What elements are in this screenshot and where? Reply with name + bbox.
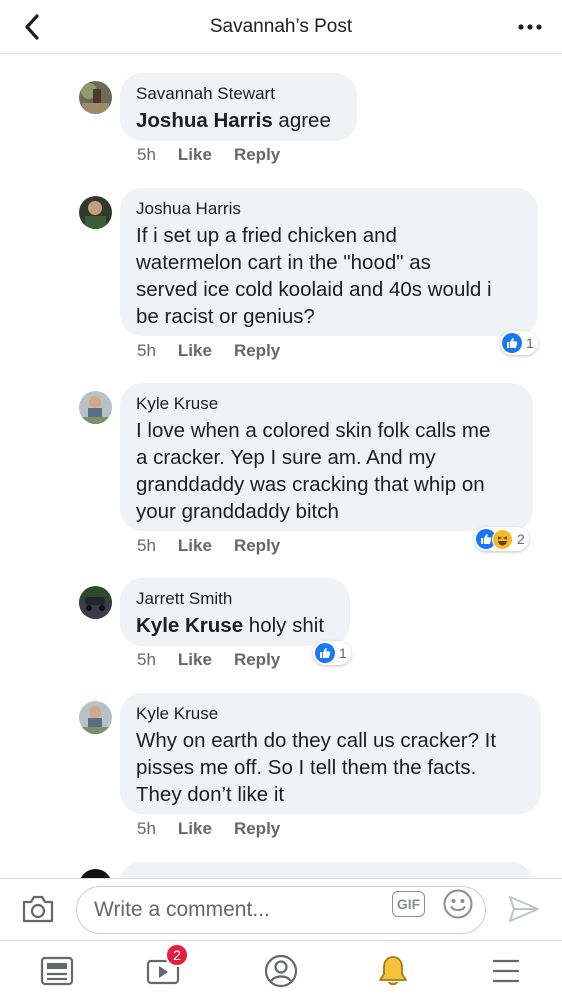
reply-button[interactable]: Reply — [234, 650, 280, 670]
comment-bubble[interactable]: Jarrett Smith Kyle Kruse holy shit — [120, 578, 350, 646]
like-button[interactable]: Like — [178, 536, 212, 556]
top-bar: Savannah’s Post — [0, 0, 562, 54]
back-button[interactable] — [18, 12, 46, 42]
tab-watch[interactable]: 2 — [143, 943, 189, 991]
like-button[interactable]: Like — [178, 819, 212, 839]
like-reaction-icon — [315, 643, 335, 663]
comment-actions: 5h Like Reply — [137, 341, 280, 361]
comment-author[interactable]: Joshua Harris — [136, 199, 522, 219]
comment-text-line: served ice cold koolaid and 40s would i — [136, 278, 492, 301]
like-reaction-icon — [502, 333, 522, 353]
mention-link[interactable]: Joshua Harris — [136, 109, 273, 132]
comment-text: Kyle Kruse holy shit — [136, 612, 334, 639]
avatar[interactable] — [79, 586, 112, 619]
avatar[interactable] — [79, 81, 112, 114]
comment-text-line: If i set up a fried chicken and — [136, 224, 397, 247]
reply-button[interactable]: Reply — [234, 819, 280, 839]
profile-icon — [264, 954, 298, 988]
comment-composer: Write a comment... GIF — [0, 878, 562, 940]
send-icon — [509, 896, 539, 922]
comment-text-line: watermelon cart in the "hood" as — [136, 251, 431, 274]
reply-button[interactable]: Reply — [234, 536, 280, 556]
send-button[interactable] — [507, 893, 541, 925]
reply-button[interactable]: Reply — [234, 341, 280, 361]
comment-author[interactable]: Jarrett Smith — [136, 589, 334, 609]
avatar[interactable] — [79, 391, 112, 424]
gif-button[interactable]: GIF — [392, 891, 425, 917]
reply-button[interactable]: Reply — [234, 145, 280, 165]
comment-time: 5h — [137, 650, 156, 669]
tab-menu[interactable] — [486, 951, 526, 991]
comment-time: 5h — [137, 536, 156, 555]
comment-time: 5h — [137, 145, 156, 164]
like-button[interactable]: Like — [178, 650, 212, 670]
comment-author[interactable]: Kyle Kruse — [136, 704, 525, 724]
comment-text: Why on earth do they call us cracker? It… — [136, 727, 525, 808]
comment-actions: 5h Like Reply — [137, 650, 280, 670]
reaction-summary[interactable]: 1 — [500, 331, 538, 355]
comment-input-placeholder: Write a comment... — [94, 898, 270, 921]
emoji-button[interactable] — [442, 888, 474, 920]
comment-time: 5h — [137, 819, 156, 838]
comment-bubble[interactable]: Kyle Kruse Why on earth do they call us … — [120, 693, 541, 814]
comment-text: I love when a colored skin folk calls me… — [136, 417, 517, 525]
avatar[interactable] — [79, 701, 112, 734]
reaction-count: 2 — [517, 531, 525, 547]
comment-text: Joshua Harris agree — [136, 107, 341, 134]
avatar[interactable] — [79, 869, 112, 878]
camera-button[interactable] — [20, 893, 56, 925]
reaction-summary[interactable]: 1 — [313, 641, 351, 665]
comment-text: If i set up a fried chicken and watermel… — [136, 222, 522, 330]
comment-author[interactable]: Savannah Stewart — [136, 84, 341, 104]
notifications-bell-icon — [379, 956, 407, 986]
more-options-button[interactable] — [516, 14, 544, 40]
comment-bubble[interactable]: Kyle Kruse I love when a colored skin fo… — [120, 383, 533, 531]
news-feed-icon — [40, 956, 74, 986]
mention-link[interactable]: Kyle Kruse — [136, 614, 243, 637]
bottom-tab-bar: 2 — [0, 940, 562, 1000]
comment-text-line: pisses me off. So I tell them the facts. — [136, 756, 477, 779]
comment-author[interactable]: Kyle Kruse — [136, 394, 517, 414]
comment-text-line: a cracker. Yep I sure am. And my — [136, 446, 436, 469]
reaction-summary[interactable]: 2 — [474, 527, 529, 551]
comment-text-line: your granddaddy bitch — [136, 500, 339, 523]
like-button[interactable]: Like — [178, 341, 212, 361]
comment-text-line: Why on earth do they call us cracker? It — [136, 729, 497, 752]
comment-text-line: They don’t like it — [136, 783, 285, 806]
reaction-count: 1 — [339, 645, 347, 661]
comment-text-content: holy shit — [243, 614, 325, 637]
comment-bubble[interactable]: Joshua Harris If i set up a fried chicke… — [120, 188, 538, 336]
comment-actions: 5h Like Reply — [137, 145, 280, 165]
more-horizontal-icon — [518, 24, 542, 30]
comment-text-content: agree — [272, 109, 331, 132]
comment-time: 5h — [137, 341, 156, 360]
comment-list: Savannah Stewart Joshua Harris agree 5h … — [0, 54, 562, 878]
notification-badge: 2 — [165, 943, 189, 967]
comment-bubble[interactable]: Savannah Stewart Joshua Harris agree — [120, 73, 357, 141]
page-title: Savannah’s Post — [209, 15, 353, 37]
emoji-icon — [443, 889, 473, 919]
chevron-left-icon — [25, 14, 39, 40]
tab-profile[interactable] — [261, 951, 301, 991]
comment-actions: 5h Like Reply — [137, 819, 280, 839]
menu-icon — [493, 959, 519, 983]
camera-icon — [22, 895, 54, 923]
like-button[interactable]: Like — [178, 145, 212, 165]
comment-text-line: granddaddy was cracking that whip on — [136, 473, 485, 496]
avatar[interactable] — [79, 196, 112, 229]
comment-text-line: I love when a colored skin folk calls me — [136, 419, 491, 442]
haha-reaction-icon — [492, 528, 513, 550]
reaction-count: 1 — [526, 335, 534, 351]
tab-notifications[interactable] — [373, 951, 413, 991]
tab-news-feed[interactable] — [37, 951, 77, 991]
comment-actions: 5h Like Reply — [137, 536, 280, 556]
comment-bubble[interactable] — [120, 862, 532, 878]
comment-text-line: be racist or genius? — [136, 305, 315, 328]
